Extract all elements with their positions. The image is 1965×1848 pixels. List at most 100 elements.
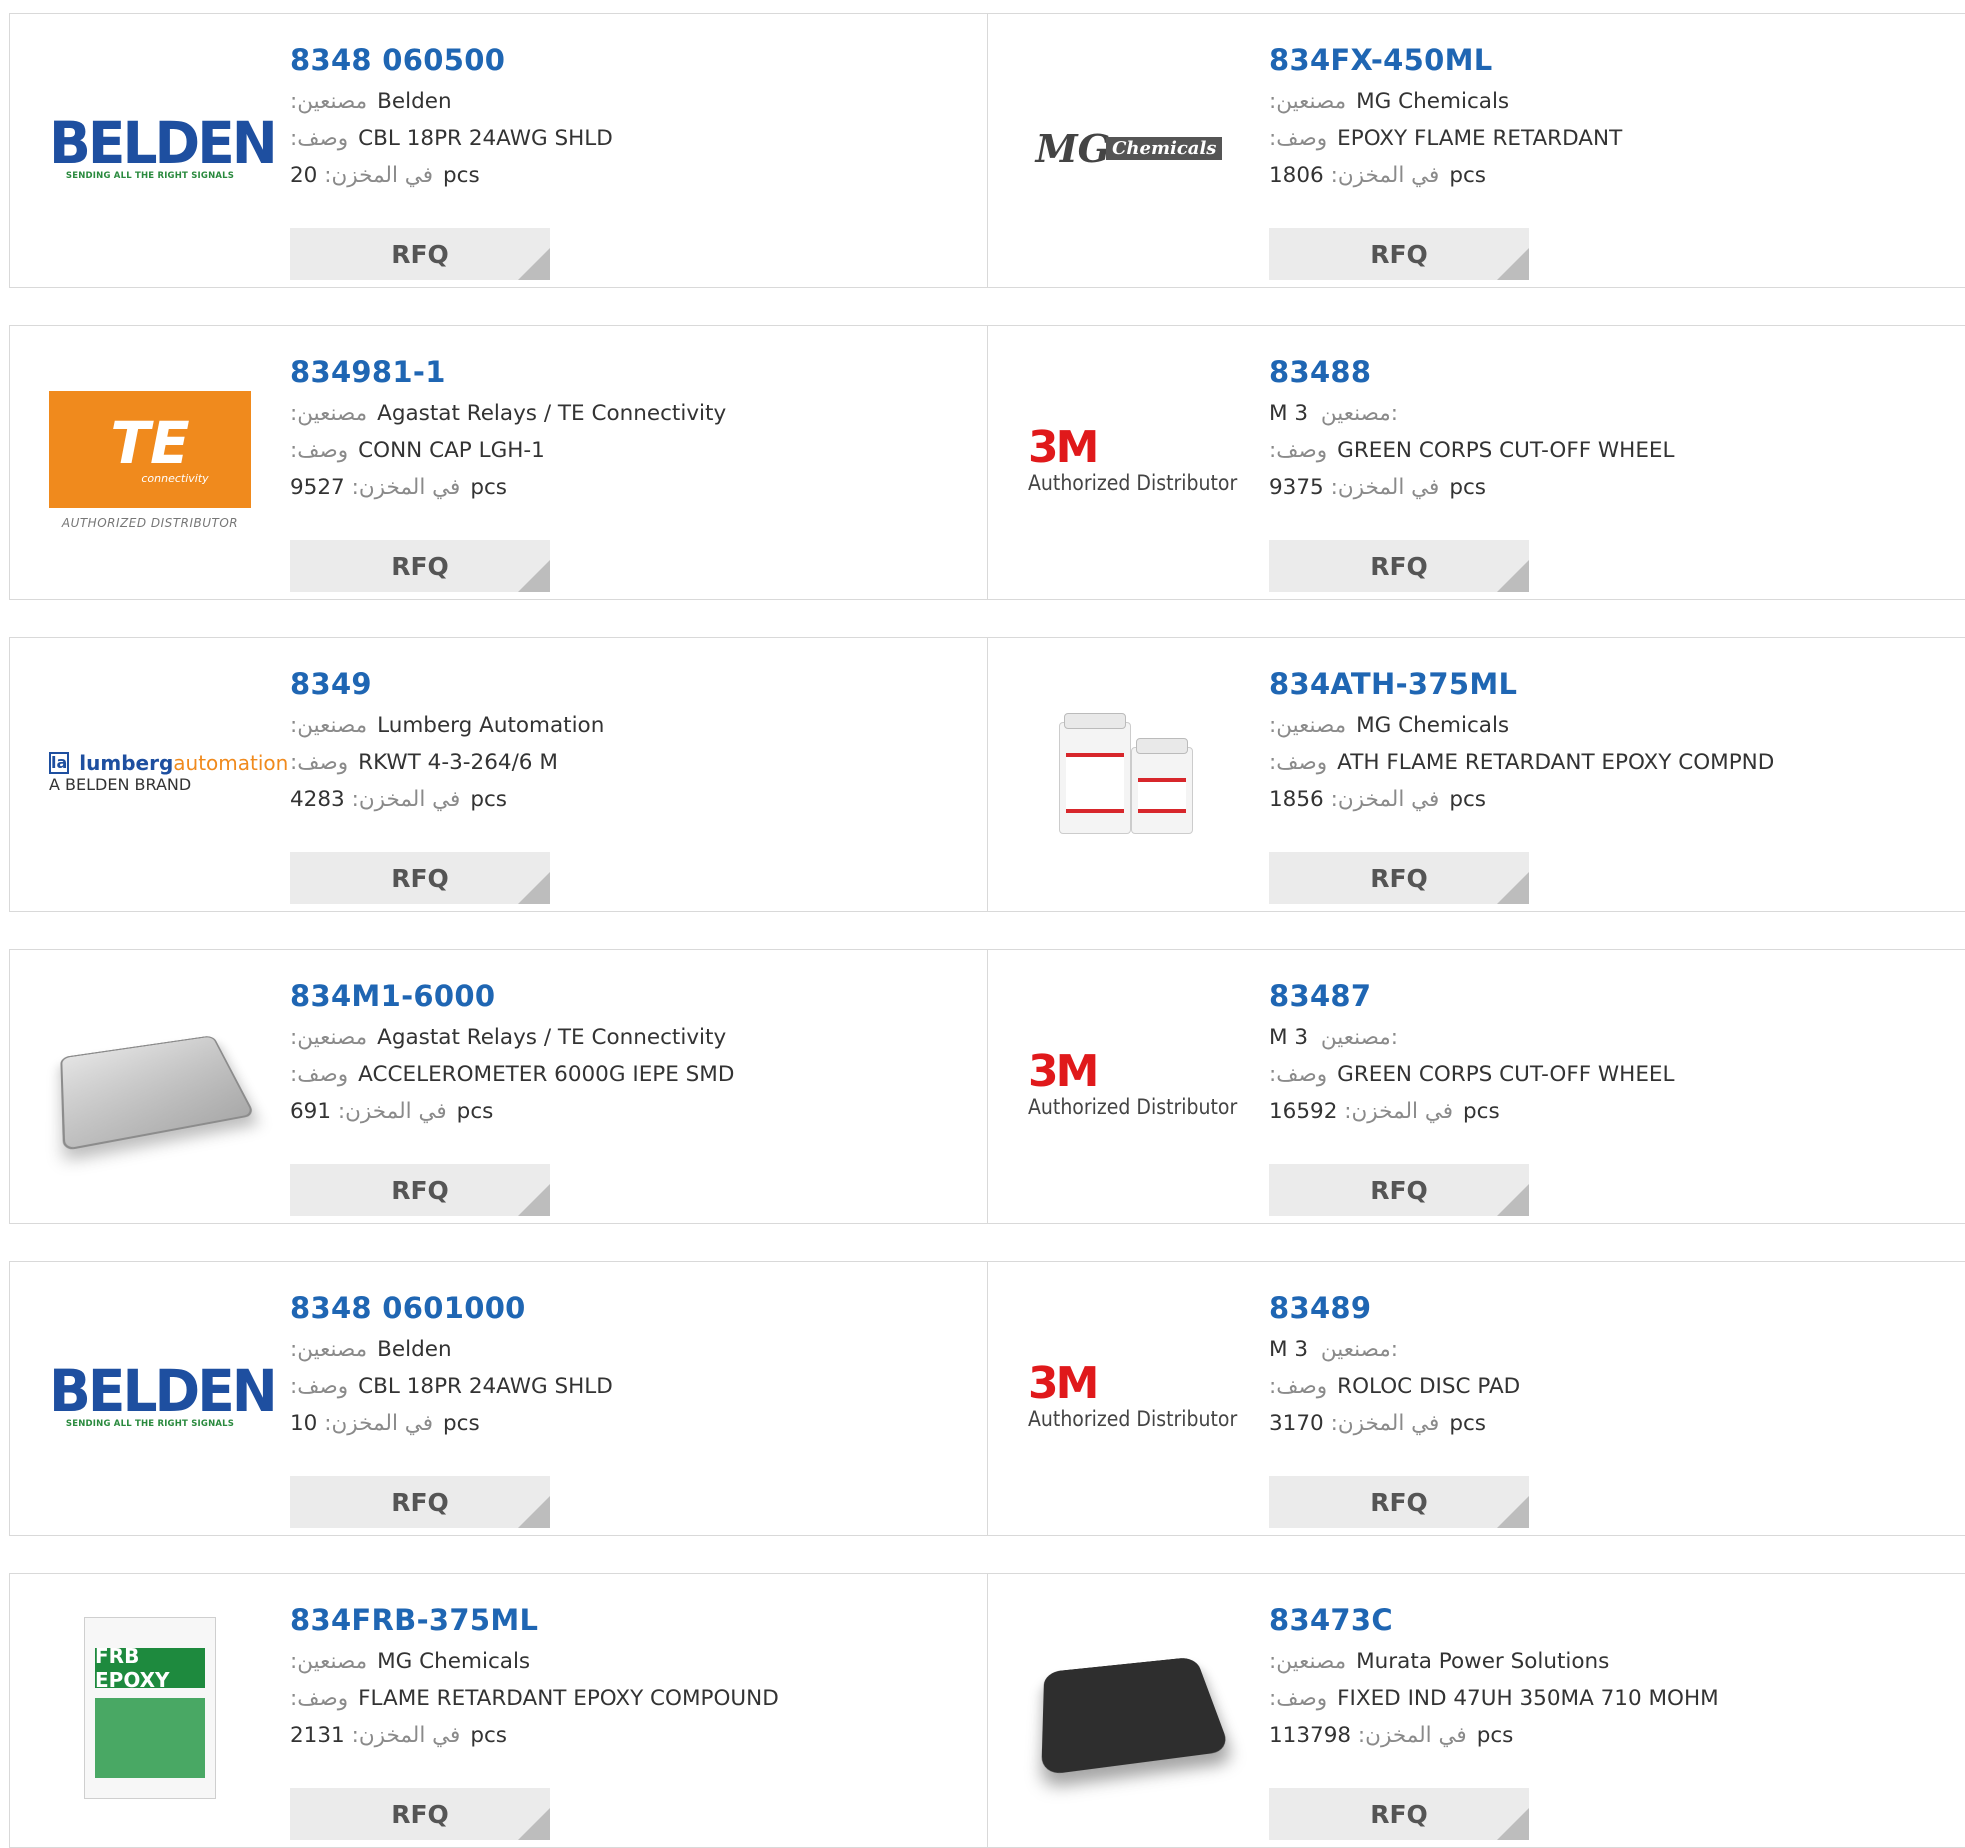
part-number-link[interactable]: 8349 xyxy=(290,667,950,707)
rfq-button[interactable]: RFQ xyxy=(290,1164,550,1216)
logo-text: 3M xyxy=(1028,1358,1099,1409)
product-thumbnail[interactable]: BELDEN SENDING ALL THE RIGHT SIGNALS xyxy=(49,58,278,238)
manufacturer-label: :مصنعين xyxy=(1269,713,1347,738)
logo-text: Chemicals xyxy=(1106,136,1223,160)
manufacturer-line: M 3 مصنعين: xyxy=(1269,1019,1929,1056)
description-value: ROLOC DISC PAD xyxy=(1337,1374,1521,1399)
logo-text: BELDEN xyxy=(49,1357,278,1425)
part-number-link[interactable]: 83489 xyxy=(1269,1291,1929,1331)
product-info: 8348 060500 :مصنعين Belden :وصف CBL 18PR 2… xyxy=(290,43,950,280)
product-card: 3M Authorized Distributor 83488 M 3 مصنع… xyxy=(988,325,1965,600)
manufacturer-line: :مصنعين MG Chemicals xyxy=(290,1643,950,1680)
part-number-link[interactable]: 83487 xyxy=(1269,979,1929,1019)
product-thumbnail[interactable]: 3M Authorized Distributor xyxy=(1028,1306,1237,1486)
stock-line: 9375 :في المخزن pcs xyxy=(1269,469,1929,506)
stock-line: 16592 :في المخزن pcs xyxy=(1269,1093,1929,1130)
description-value: CBL 18PR 24AWG SHLD xyxy=(358,126,613,151)
manufacturer-line: :مصنعين Murata Power Solutions xyxy=(1269,1643,1929,1680)
product-card: FRB EPOXY 834FRB-375ML :مصنعين MG Chemica… xyxy=(9,1573,987,1848)
corner-decoration xyxy=(518,1184,550,1216)
stock-line: 1806 :في المخزن pcs xyxy=(1269,157,1929,194)
rfq-button[interactable]: RFQ xyxy=(1269,852,1529,904)
product-card: 3M Authorized Distributor 83489 M 3 مصنع… xyxy=(988,1261,1965,1536)
manufacturer-label: :مصنعين xyxy=(290,713,368,738)
logo-text: MG xyxy=(1035,125,1111,171)
description-line: :وصف CBL 18PR 24AWG SHLD xyxy=(290,1368,950,1405)
product-thumbnail[interactable]: la lumbergautomation A BELDEN BRAND xyxy=(49,682,288,862)
product-thumbnail[interactable] xyxy=(1028,1618,1231,1798)
part-number-link[interactable]: 83473C xyxy=(1269,1603,1929,1643)
rfq-label: RFQ xyxy=(1370,239,1428,269)
description-line: :وصف GREEN CORPS CUT-OFF WHEEL xyxy=(1269,432,1929,469)
stock-label: :في المخزن xyxy=(351,1723,461,1748)
product-thumbnail[interactable]: BELDEN SENDING ALL THE RIGHT SIGNALS xyxy=(49,1306,278,1486)
stock-label: :في المخزن xyxy=(1330,163,1440,188)
manufacturer-line: :مصنعين MG Chemicals xyxy=(1269,707,1929,744)
description-value: CBL 18PR 24AWG SHLD xyxy=(358,1374,613,1399)
rfq-button[interactable]: RFQ xyxy=(290,228,550,280)
rfq-label: RFQ xyxy=(1370,863,1428,893)
product-thumbnail[interactable] xyxy=(49,994,256,1174)
product-info: 834M1-6000 :مصنعين Agastat Relays / TE Co… xyxy=(290,979,950,1216)
description-value: CONN CAP LGH-1 xyxy=(358,438,545,463)
manufacturer-value: Belden xyxy=(377,1337,452,1362)
rfq-button[interactable]: RFQ xyxy=(1269,228,1529,280)
product-thumbnail[interactable]: MG Chemicals xyxy=(1028,58,1230,238)
product-card: 834ATH-375ML :مصنعين MG Chemicals :وصف ATH… xyxy=(988,637,1965,912)
rfq-label: RFQ xyxy=(391,1799,449,1829)
manufacturer-line: :مصنعين Belden xyxy=(290,83,950,120)
manufacturer-label: :مصنعين xyxy=(1269,1649,1347,1674)
rfq-button[interactable]: RFQ xyxy=(1269,1788,1529,1840)
part-number-link[interactable]: 834FX-450ML xyxy=(1269,43,1929,83)
description-value: ATH FLAME RETARDANT EPOXY COMPND xyxy=(1337,750,1775,775)
epoxy-jars-image xyxy=(1049,702,1209,842)
stock-unit: pcs xyxy=(442,163,480,188)
rfq-button[interactable]: RFQ xyxy=(1269,1164,1529,1216)
stock-unit: pcs xyxy=(1449,163,1487,188)
corner-decoration xyxy=(518,872,550,904)
stock-label: :في المخزن xyxy=(1344,1099,1454,1124)
manufacturer-value: MG Chemicals xyxy=(377,1649,531,1674)
rfq-button[interactable]: RFQ xyxy=(1269,540,1529,592)
product-thumbnail[interactable] xyxy=(1028,682,1230,862)
product-info: 834ATH-375ML :مصنعين MG Chemicals :وصف ATH… xyxy=(1269,667,1929,904)
manufacturer-value: M 3 xyxy=(1269,1337,1309,1362)
part-number-link[interactable]: 834ATH-375ML xyxy=(1269,667,1929,707)
part-number-link[interactable]: 834FRB-375ML xyxy=(290,1603,950,1643)
description-label: :وصف xyxy=(1269,1062,1328,1087)
stock-line: 1856 :في المخزن pcs xyxy=(1269,781,1929,818)
te-connectivity-logo: TE connectivity AUTHORIZED DISTRIBUTOR xyxy=(49,390,251,530)
stock-value: 1806 xyxy=(1269,163,1324,188)
description-line: :وصف CONN CAP LGH-1 xyxy=(290,432,950,469)
product-info: 83473C :مصنعين Murata Power Solutions :وص… xyxy=(1269,1603,1929,1840)
description-value: FIXED IND 47UH 350MA 710 MOHM xyxy=(1337,1686,1719,1711)
rfq-label: RFQ xyxy=(391,1175,449,1205)
manufacturer-value: MG Chemicals xyxy=(1356,89,1510,114)
corner-decoration xyxy=(1497,248,1529,280)
rfq-button[interactable]: RFQ xyxy=(290,852,550,904)
part-number-link[interactable]: 83488 xyxy=(1269,355,1929,395)
logo-auth: Authorized Distributor xyxy=(1028,1095,1238,1119)
part-number-link[interactable]: 834981-1 xyxy=(290,355,950,395)
part-number-link[interactable]: 8348 0601000 xyxy=(290,1291,950,1331)
product-thumbnail[interactable]: 3M Authorized Distributor xyxy=(1028,994,1238,1174)
rfq-button[interactable]: RFQ xyxy=(290,1788,550,1840)
stock-unit: pcs xyxy=(1449,787,1487,812)
product-info: 834FRB-375ML :مصنعين MG Chemicals :وصف FLA… xyxy=(290,1603,950,1840)
3m-logo: 3M Authorized Distributor xyxy=(1028,1358,1237,1432)
part-number-link[interactable]: 8348 060500 xyxy=(290,43,950,83)
product-thumbnail[interactable]: FRB EPOXY xyxy=(49,1617,251,1799)
rfq-label: RFQ xyxy=(1370,1799,1428,1829)
description-label: :وصف xyxy=(290,1686,349,1711)
corner-decoration xyxy=(518,1808,550,1840)
corner-decoration xyxy=(1497,1184,1529,1216)
rfq-button[interactable]: RFQ xyxy=(290,540,550,592)
stock-label: :في المخزن xyxy=(1330,1411,1440,1436)
rfq-button[interactable]: RFQ xyxy=(290,1476,550,1528)
stock-value: 1856 xyxy=(1269,787,1324,812)
rfq-button[interactable]: RFQ xyxy=(1269,1476,1529,1528)
product-thumbnail[interactable]: 3M Authorized Distributor xyxy=(1028,370,1237,550)
product-thumbnail[interactable]: TE connectivity AUTHORIZED DISTRIBUTOR xyxy=(49,370,251,550)
accelerometer-image xyxy=(60,1035,256,1152)
part-number-link[interactable]: 834M1-6000 xyxy=(290,979,950,1019)
